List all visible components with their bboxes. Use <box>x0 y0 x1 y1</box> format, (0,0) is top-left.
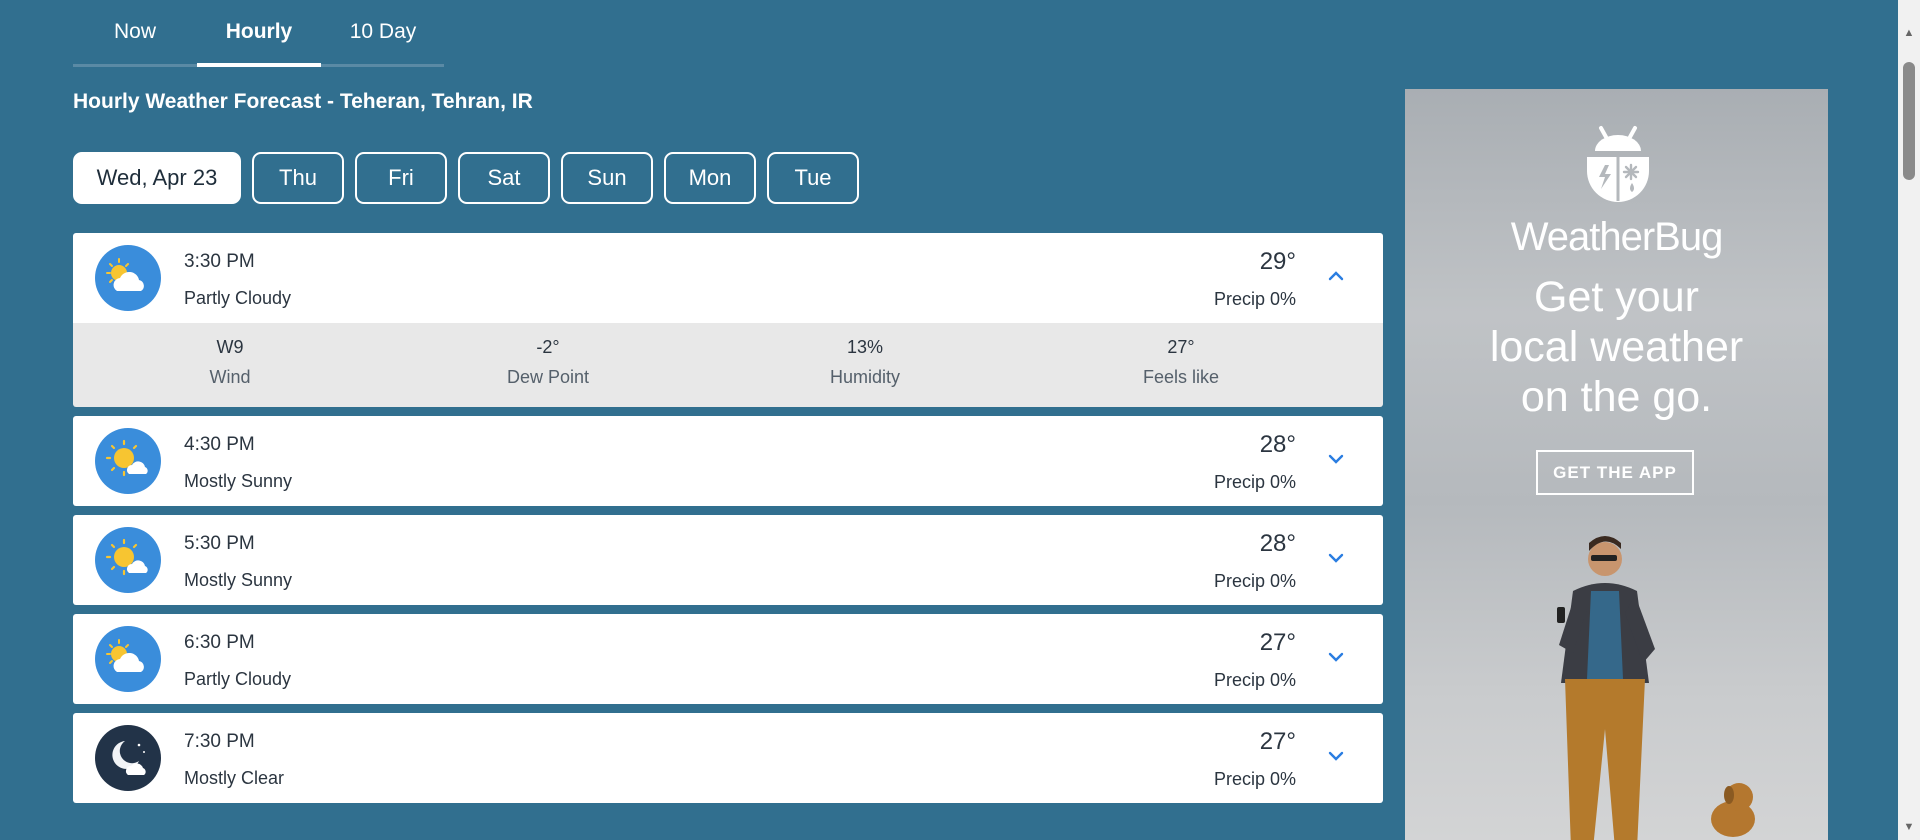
day-selector: Wed, Apr 23 Thu Fri Sat Sun Mon Tue <box>73 152 859 204</box>
hour-temperature: 27° <box>1259 629 1296 656</box>
day-chip-thu[interactable]: Thu <box>252 152 344 204</box>
tab-now[interactable]: Now <box>73 0 197 64</box>
get-the-app-button[interactable]: GET THE APP <box>1536 450 1694 495</box>
ad-headline-line: on the go. <box>1520 373 1713 421</box>
day-chip-wed[interactable]: Wed, Apr 23 <box>73 152 241 204</box>
hour-precip: Precip 0% <box>1213 472 1296 492</box>
hour-details-panel: W9 Wind -2° Dew Point 13% Humidity 27° F… <box>73 323 1383 407</box>
hour-temperature: 29° <box>1259 248 1296 275</box>
chevron-down-icon[interactable] <box>1327 747 1345 765</box>
mostly-sunny-icon <box>95 527 161 593</box>
tab-hourly[interactable]: Hourly <box>197 0 321 67</box>
chevron-up-icon[interactable] <box>1327 267 1345 285</box>
hour-time: 4:30 PM <box>184 434 255 455</box>
day-chip-sat[interactable]: Sat <box>458 152 550 204</box>
hour-condition: Mostly Sunny <box>184 570 293 590</box>
chevron-down-icon[interactable] <box>1327 648 1345 666</box>
detail-label: Feels like <box>1142 367 1220 387</box>
ad-headline: Get your local weather on the go. <box>1405 272 1828 422</box>
chevron-down-icon[interactable] <box>1327 450 1345 468</box>
detail-label: Dew Point <box>506 367 590 387</box>
detail-label: Wind <box>209 367 251 387</box>
day-chip-mon[interactable]: Mon <box>664 152 756 204</box>
hour-precip: Precip 0% <box>1213 769 1296 789</box>
hour-precip: Precip 0% <box>1213 289 1296 309</box>
hour-time: 5:30 PM <box>184 533 255 554</box>
detail-value: W9 <box>216 337 244 357</box>
hour-time: 6:30 PM <box>184 632 255 653</box>
weatherbug-ad[interactable]: WeatherBug Get your local weather on the… <box>1405 89 1828 840</box>
hour-precip: Precip 0% <box>1213 670 1296 690</box>
hour-row[interactable]: 7:30 PM Mostly Clear 27° Precip 0% <box>73 713 1383 803</box>
hourly-forecast-list: 3:30 PM Partly Cloudy 29° Precip 0% W9 W… <box>73 233 1383 812</box>
ad-headline-line: Get your <box>1534 273 1699 321</box>
detail-feels-like: 27° Feels like <box>1081 333 1281 388</box>
detail-wind: W9 Wind <box>130 333 330 388</box>
forecast-tabs: Now Hourly 10 Day <box>73 0 444 67</box>
page-title: Hourly Weather Forecast - Teheran, Tehra… <box>73 90 533 113</box>
hour-condition: Partly Cloudy <box>184 669 292 689</box>
detail-dew-point: -2° Dew Point <box>448 333 648 388</box>
detail-value: 27° <box>1167 337 1195 357</box>
detail-humidity: 13% Humidity <box>765 333 965 388</box>
hour-time: 7:30 PM <box>184 731 255 752</box>
detail-value: 13% <box>846 337 884 357</box>
scroll-down-arrow-icon[interactable]: ▼ <box>1903 822 1915 833</box>
ad-headline-line: local weather <box>1489 323 1744 371</box>
tab-10-day[interactable]: 10 Day <box>321 0 445 64</box>
hour-precip: Precip 0% <box>1213 571 1296 591</box>
hour-row[interactable]: 6:30 PM Partly Cloudy 27° Precip 0% <box>73 614 1383 704</box>
weatherbug-logo-icon <box>1587 126 1649 202</box>
partly-cloudy-day-icon <box>95 626 161 692</box>
ad-brand-name: WeatherBug <box>1510 215 1724 259</box>
hour-row[interactable]: 5:30 PM Mostly Sunny 28° Precip 0% <box>73 515 1383 605</box>
hour-condition: Mostly Clear <box>184 768 285 788</box>
hour-temperature: 27° <box>1259 728 1296 755</box>
mostly-sunny-icon <box>95 428 161 494</box>
detail-value: -2° <box>536 337 560 357</box>
mostly-clear-night-icon <box>95 725 161 791</box>
hour-row[interactable]: 4:30 PM Mostly Sunny 28° Precip 0% <box>73 416 1383 506</box>
hour-row[interactable]: 3:30 PM Partly Cloudy 29° Precip 0% <box>73 233 1383 323</box>
ad-person-image <box>1557 536 1755 840</box>
day-chip-tue[interactable]: Tue <box>767 152 859 204</box>
hour-condition: Mostly Sunny <box>184 471 293 491</box>
day-chip-fri[interactable]: Fri <box>355 152 447 204</box>
chevron-down-icon[interactable] <box>1327 549 1345 567</box>
hour-temperature: 28° <box>1259 530 1296 557</box>
day-chip-sun[interactable]: Sun <box>561 152 653 204</box>
partly-cloudy-day-icon <box>95 245 161 311</box>
hour-condition: Partly Cloudy <box>184 288 292 308</box>
hour-time: 3:30 PM <box>184 251 255 272</box>
scroll-up-arrow-icon[interactable]: ▲ <box>1903 28 1915 39</box>
scrollbar-thumb[interactable] <box>1903 62 1915 180</box>
hour-temperature: 28° <box>1259 431 1296 458</box>
detail-label: Humidity <box>829 367 900 387</box>
